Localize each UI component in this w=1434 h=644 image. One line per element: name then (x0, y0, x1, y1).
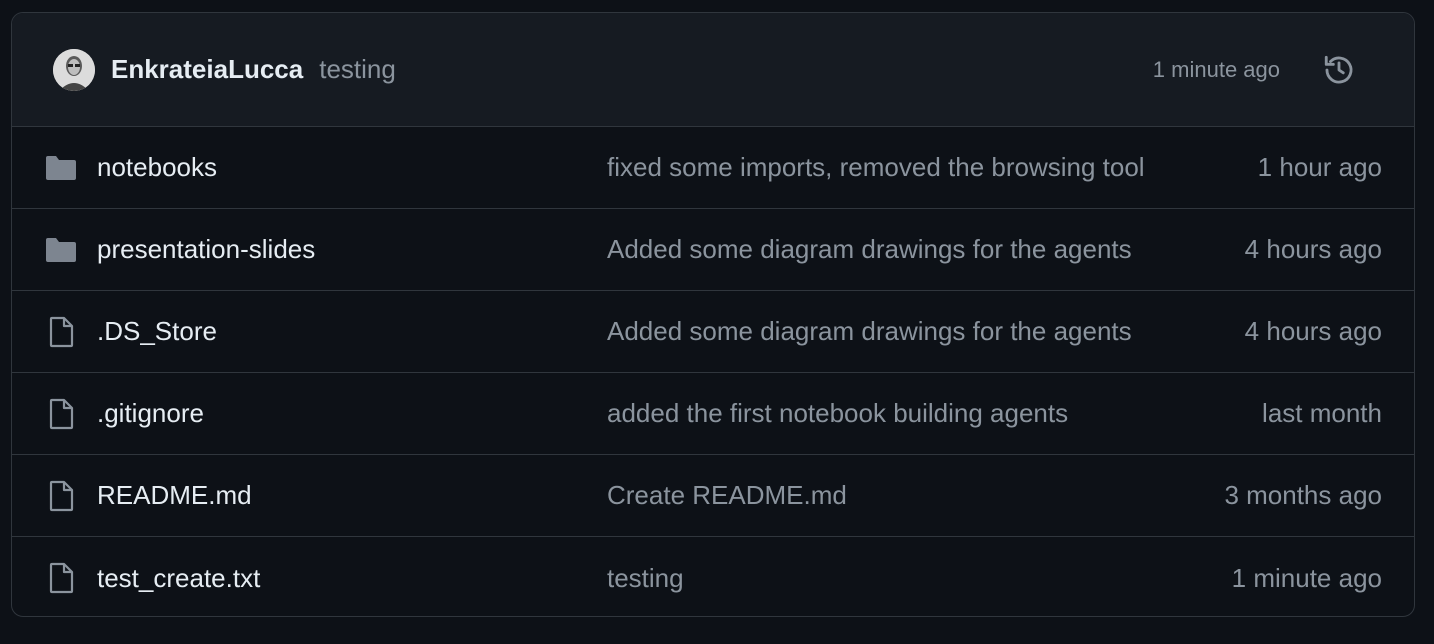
file-commit-message-link[interactable]: Added some diagram drawings for the agen… (607, 316, 1147, 347)
file-commit-time: 4 hours ago (1244, 316, 1382, 346)
file-icon (44, 315, 78, 349)
file-browser: EnkrateiaLucca testing 1 minute ago note… (11, 12, 1415, 617)
file-list: notebooks fixed some imports, removed the… (12, 127, 1414, 616)
latest-commit-message[interactable]: testing (319, 54, 396, 85)
latest-commit-time: 1 minute ago (1152, 56, 1280, 82)
commit-author[interactable]: EnkrateiaLucca (111, 54, 303, 85)
file-row[interactable]: presentation-slides Added some diagram dr… (12, 209, 1414, 291)
file-commit-time: 1 hour ago (1257, 152, 1382, 182)
file-commit-time: 4 hours ago (1244, 234, 1382, 264)
file-commit-message-link[interactable]: fixed some imports, removed the browsing… (607, 152, 1147, 183)
file-name-link[interactable]: notebooks (97, 152, 217, 183)
file-name-link[interactable]: .DS_Store (97, 316, 217, 347)
file-row[interactable]: .DS_Store Added some diagram drawings for… (12, 291, 1414, 373)
user-avatar[interactable] (53, 48, 95, 91)
file-row[interactable]: .gitignore added the first notebook build… (12, 373, 1414, 455)
file-row[interactable]: test_create.txt testing 1 minute ago (12, 537, 1414, 616)
latest-commit-header: EnkrateiaLucca testing 1 minute ago (12, 13, 1414, 127)
file-commit-time: 1 minute ago (1231, 562, 1382, 593)
file-commit-time: last month (1262, 398, 1382, 428)
file-commit-message-link[interactable]: added the first notebook building agents (607, 398, 1147, 429)
file-icon (44, 561, 78, 595)
file-name-link[interactable]: presentation-slides (97, 234, 315, 265)
file-name-link[interactable]: .gitignore (97, 398, 204, 429)
folder-icon (44, 151, 78, 185)
file-icon (44, 397, 78, 431)
folder-icon (44, 233, 78, 267)
file-commit-message-link[interactable]: Create README.md (607, 480, 1147, 511)
file-icon (44, 479, 78, 513)
file-commit-message-link[interactable]: Added some diagram drawings for the agen… (607, 234, 1147, 265)
file-name-link[interactable]: README.md (97, 480, 252, 511)
file-row[interactable]: README.md Create README.md 3 months ago (12, 455, 1414, 537)
file-row[interactable]: notebooks fixed some imports, removed the… (12, 127, 1414, 209)
history-icon[interactable] (1322, 53, 1356, 87)
file-commit-message-link[interactable]: testing (607, 563, 1147, 594)
file-name-link[interactable]: test_create.txt (97, 563, 260, 594)
file-commit-time: 3 months ago (1224, 480, 1382, 510)
